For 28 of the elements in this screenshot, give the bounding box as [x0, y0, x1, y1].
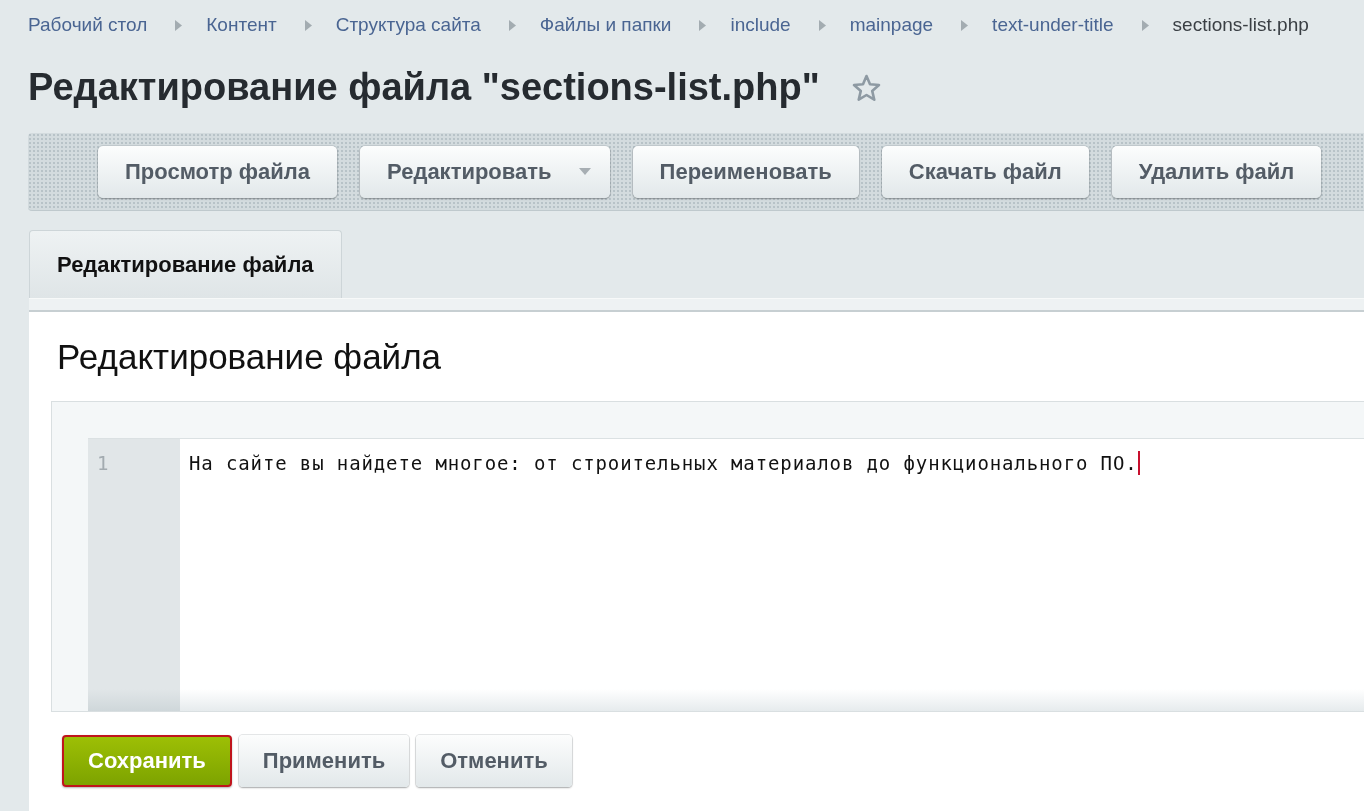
toolbar-button[interactable]: Переименовать	[632, 145, 859, 198]
triangle-right-icon	[699, 19, 707, 31]
triangle-right-icon	[1141, 19, 1149, 31]
triangle-right-icon	[175, 19, 183, 31]
breadcrumb-link[interactable]: text-under-title	[992, 14, 1114, 36]
toolbar-button[interactable]: Скачать файл	[881, 145, 1089, 198]
secondary-button[interactable]: Применить	[238, 735, 410, 787]
line-number: 1	[97, 451, 109, 475]
breadcrumb-current: sections-list.php	[1172, 14, 1309, 36]
breadcrumb-link[interactable]: Рабочий стол	[28, 14, 148, 36]
breadcrumb-link[interactable]: mainpage	[849, 14, 934, 36]
breadcrumb-link[interactable]: Файлы и папки	[539, 14, 672, 36]
secondary-button[interactable]: Отменить	[416, 735, 572, 787]
toolbar-button[interactable]: Просмотр файла	[98, 145, 338, 198]
triangle-right-icon	[818, 19, 826, 31]
triangle-right-icon	[961, 19, 969, 31]
triangle-right-icon	[304, 19, 312, 31]
breadcrumb-link[interactable]: Контент	[206, 14, 277, 36]
panel-heading: Редактирование файла	[57, 338, 442, 376]
breadcrumb-link[interactable]: include	[730, 14, 791, 36]
triangle-right-icon	[508, 19, 516, 31]
code-line[interactable]: На сайте вы найдете многое: от строительных материалов до функционального ПО.	[189, 452, 1138, 474]
tab[interactable]: Редактирование файла	[29, 230, 342, 298]
toolbar-button[interactable]: Удалить файл	[1111, 145, 1322, 198]
toolbar-button[interactable]: Редактировать	[360, 145, 610, 198]
page-title: Редактирование файла "sections-list.php"	[28, 65, 820, 109]
star-icon[interactable]	[851, 74, 881, 102]
breadcrumb-link[interactable]: Структура сайта	[335, 14, 481, 36]
